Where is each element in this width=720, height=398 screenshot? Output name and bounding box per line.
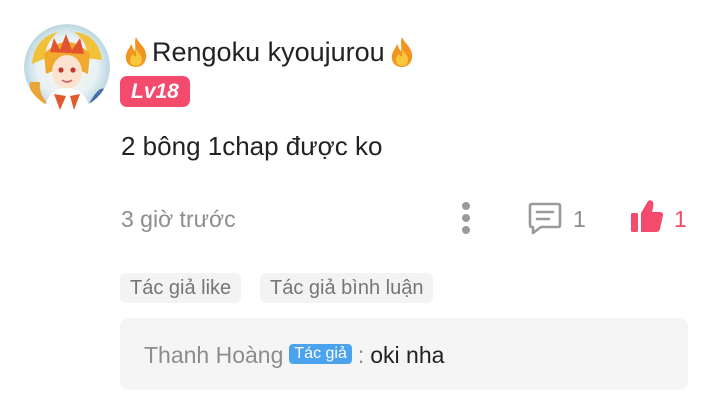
level-badge: Lv18	[120, 76, 190, 107]
comment-text: 2 bông 1chap được ko	[121, 131, 383, 161]
more-options-button[interactable]	[456, 202, 476, 234]
author-reply-tag: Tác giả bình luận	[260, 273, 434, 303]
dot-icon	[462, 214, 470, 222]
comment-icon	[528, 202, 562, 235]
reply-author[interactable]: Thanh Hoàng	[144, 342, 283, 369]
reply-count: 1	[573, 206, 586, 232]
thumbs-up-icon	[631, 200, 663, 232]
like-count: 1	[674, 206, 687, 232]
comment-time: 3 giờ trước	[121, 206, 236, 232]
dot-icon	[462, 226, 470, 234]
user-avatar[interactable]	[24, 24, 110, 110]
reply-separator: :	[357, 342, 365, 368]
reply-preview[interactable]: Thanh Hoàng Tác giả : oki nha	[120, 318, 688, 390]
username-text: Rengoku kyoujurou	[152, 36, 385, 67]
username[interactable]: Rengoku kyoujurou	[122, 36, 416, 68]
reply-text: oki nha	[370, 342, 445, 368]
author-badge: Tác giả	[289, 343, 352, 364]
fire-icon	[122, 36, 150, 68]
dot-icon	[462, 202, 470, 210]
reply-line: Thanh Hoàng Tác giả : oki nha	[144, 342, 444, 369]
fire-icon	[388, 36, 416, 68]
author-like-tag: Tác giả like	[120, 273, 242, 303]
